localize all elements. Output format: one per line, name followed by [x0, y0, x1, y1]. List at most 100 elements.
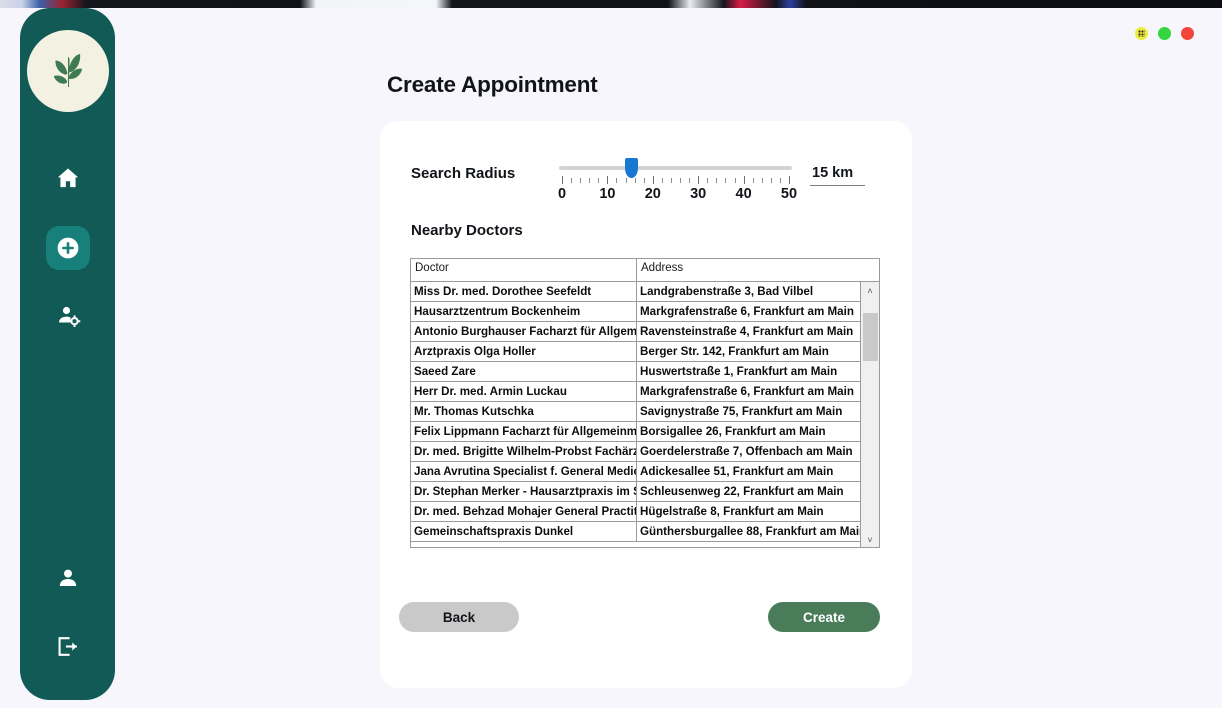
slider-tick-minor	[734, 178, 736, 183]
slider-tick-major	[743, 176, 745, 184]
cell-address: Savignystraße 75, Frankfurt am Main	[640, 405, 843, 418]
table-row[interactable]: Miss Dr. med. Dorothee Seefeldt Landgrabe…	[411, 282, 861, 302]
create-button[interactable]: Create	[768, 602, 880, 632]
table-row[interactable]: Felix Lippmann Facharzt für Allgemeinme.…	[411, 422, 861, 442]
cell-doctor: Herr Dr. med. Armin Luckau	[411, 382, 637, 401]
slider-thumb[interactable]	[625, 158, 638, 178]
cell-doctor: Dr. Stephan Merker - Hausarztpraxis im S…	[411, 482, 637, 501]
table-row[interactable]: Antonio Burghauser Facharzt für Allgemei…	[411, 322, 861, 342]
cell-doctor: Dr. med. Behzad Mohajer General Practiti…	[411, 502, 637, 521]
logout-icon	[58, 636, 77, 656]
table-row[interactable]: Arztpraxis Olga Holler Berger Str. 142, F…	[411, 342, 861, 362]
cell-doctor: Felix Lippmann Facharzt für Allgemeinme.…	[411, 422, 637, 441]
slider-tick-minor	[589, 178, 591, 183]
table-row[interactable]: Jana Avrutina Specialist f. General Medi…	[411, 462, 861, 482]
table-header-row: Doctor Address	[411, 259, 879, 282]
slider-scale-label: 50	[780, 186, 798, 202]
sidebar-item-logout[interactable]	[46, 624, 90, 668]
slider-tick-minor	[707, 178, 709, 183]
table-row[interactable]: Saeed Zare Huswertstraße 1, Frankfurt am …	[411, 362, 861, 382]
home-icon	[57, 168, 78, 188]
table-row[interactable]: Herr Dr. med. Armin Luckau Markgrafenstra…	[411, 382, 861, 402]
table-row[interactable]: Dr. Stephan Merker - Hausarztpraxis im S…	[411, 482, 861, 502]
cell-address: Hügelstraße 8, Frankfurt am Main	[640, 505, 824, 518]
slider-tick-minor	[598, 178, 600, 183]
leaf-icon	[53, 54, 82, 87]
slider-ticks	[559, 176, 792, 185]
slider-tick-minor	[580, 178, 582, 183]
slider-tick-major	[789, 176, 790, 184]
scroll-down-icon[interactable]: ˅	[861, 531, 880, 547]
cell-doctor: Hausarztzentrum Bockenheim	[411, 302, 637, 321]
sidebar-item-manage-patients[interactable]	[46, 294, 90, 338]
sidebar-item-add-appointment[interactable]	[45, 226, 90, 270]
cell-doctor: Mr. Thomas Kutschka	[411, 402, 637, 421]
cell-address: Huswertstraße 1, Frankfurt am Main	[640, 365, 838, 378]
slider-tick-minor	[571, 178, 573, 183]
slider-tick-minor	[779, 178, 781, 183]
table-body-wrapper: Miss Dr. med. Dorothee Seefeldt Landgrabe…	[411, 282, 880, 547]
slider-scale-label: 20	[644, 186, 661, 202]
table-row[interactable]: Mr. Thomas Kutschka Savignystraße 75, Fra…	[411, 402, 861, 422]
sidebar-item-home[interactable]	[46, 156, 90, 200]
slider-tick-minor	[625, 178, 627, 183]
cell-address: Schleusenweg 22, Frankfurt am Main	[640, 485, 844, 498]
window-minimize-icon[interactable]	[1158, 27, 1171, 40]
search-radius-label: Search Radius	[411, 165, 516, 182]
person-gear-icon	[58, 306, 80, 327]
scrollbar-gutter[interactable]	[861, 299, 880, 531]
slider-tick-major	[562, 176, 563, 184]
slider-tick-minor	[770, 178, 772, 183]
cell-doctor: Miss Dr. med. Dorothee Seefeldt	[411, 282, 637, 301]
person-icon	[59, 569, 76, 586]
cell-doctor: Dr. med. Brigitte Wilhelm-Probst Fachärz…	[411, 442, 637, 461]
slider-tick-minor	[761, 178, 763, 183]
sidebar-item-profile[interactable]	[46, 556, 90, 600]
app-logo	[26, 30, 109, 112]
column-header-address[interactable]: Address	[637, 259, 879, 281]
cell-doctor: Jana Avrutina Specialist f. General Medi…	[411, 462, 637, 481]
table-body: Miss Dr. med. Dorothee Seefeldt Landgrabe…	[411, 282, 861, 547]
slider-scale-label: 30	[690, 186, 707, 202]
table-row[interactable]: Gemeinschaftspraxis Dunkel Günthersburgal…	[411, 522, 861, 542]
cell-doctor: Saeed Zare	[411, 362, 637, 381]
slider-tick-minor	[716, 178, 718, 183]
back-button[interactable]: Back	[399, 602, 519, 632]
nearby-doctors-table: Doctor Address Miss Dr. med. Dorothee Se…	[410, 258, 880, 548]
cell-address: Ravensteinstraße 4, Frankfurt am Main	[640, 325, 854, 338]
application-window: Create Appointment Search Radius 0 10 20 30…	[0, 8, 1222, 708]
search-radius-value: 15 km	[812, 165, 854, 181]
cell-address: Berger Str. 142, Frankfurt am Main	[640, 345, 829, 358]
window-menu-icon[interactable]	[1135, 27, 1148, 40]
window-close-icon[interactable]	[1181, 27, 1194, 40]
cell-doctor: Arztpraxis Olga Holler	[411, 342, 637, 361]
search-radius-value-underline	[810, 185, 865, 186]
table-row[interactable]: Hausarztzentrum Bockenheim Markgrafenstra…	[411, 302, 861, 322]
slider-tick-minor	[661, 178, 663, 183]
nearby-doctors-label: Nearby Doctors	[411, 222, 523, 239]
cell-address: Markgrafenstraße 6, Frankfurt am Main	[640, 385, 854, 398]
slider-scale-label: 40	[735, 186, 752, 202]
table-row[interactable]: Dr. med. Behzad Mohajer General Practiti…	[411, 502, 861, 522]
slider-tick-minor	[616, 178, 618, 183]
scrollbar-thumb[interactable]	[862, 313, 878, 361]
cell-address: Adickesallee 51, Frankfurt am Main	[640, 465, 834, 478]
slider-tick-minor	[680, 178, 682, 183]
column-header-doctor[interactable]: Doctor	[411, 259, 637, 281]
cell-address: Landgrabenstraße 3, Bad Vilbel	[640, 285, 814, 298]
slider-tick-minor	[689, 178, 691, 183]
slider-track[interactable]	[559, 166, 792, 170]
slider-tick-major	[607, 176, 609, 184]
slider-tick-minor	[725, 178, 727, 183]
cell-address: Markgrafenstraße 6, Frankfurt am Main	[640, 305, 854, 318]
slider-tick-major	[652, 176, 654, 184]
cell-address: Goerdelerstraße 7, Offenbach am Main	[640, 445, 853, 458]
slider-tick-minor	[643, 178, 645, 183]
table-row[interactable]: Dr. med. Brigitte Wilhelm-Probst Fachärz…	[411, 442, 861, 462]
slider-tick-minor	[670, 178, 672, 183]
page-title: Create Appointment	[387, 72, 598, 97]
window-controls	[1135, 27, 1194, 40]
slider-tick-minor	[634, 178, 636, 183]
scroll-up-icon[interactable]: ˄	[861, 282, 880, 299]
table-vertical-scrollbar[interactable]: ˄ ˅	[860, 282, 880, 547]
